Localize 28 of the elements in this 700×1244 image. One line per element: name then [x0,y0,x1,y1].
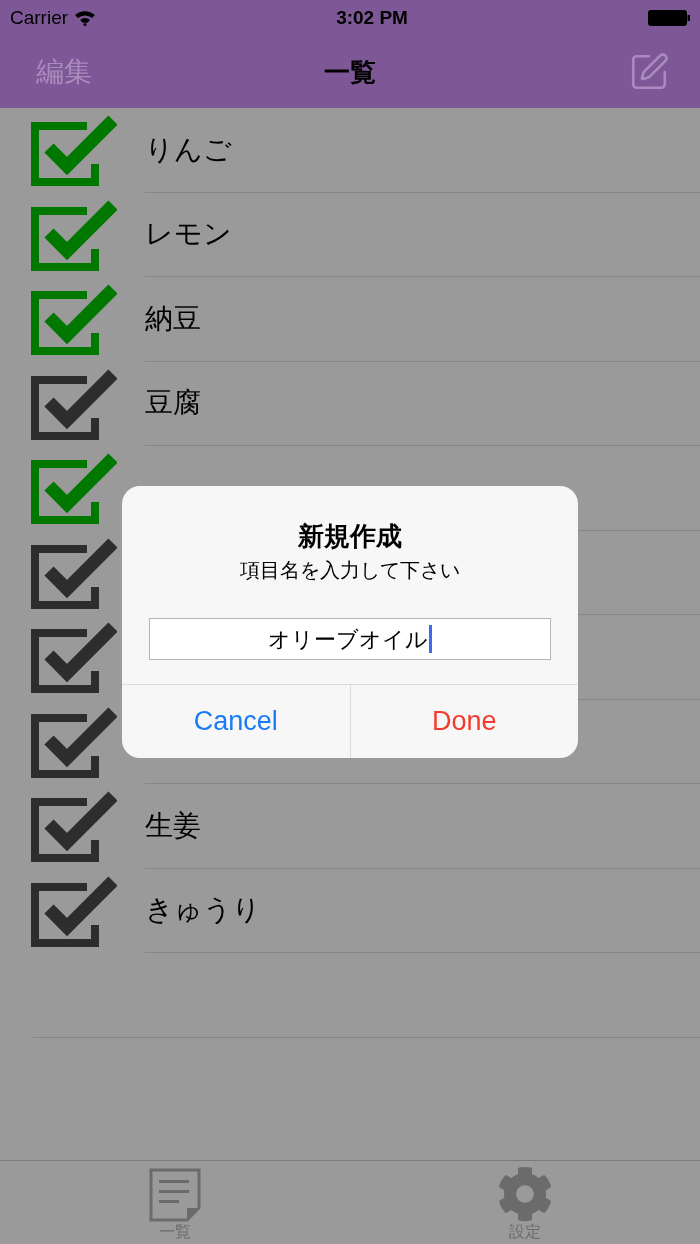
settings-icon [497,1166,553,1222]
checkbox-icon[interactable] [31,283,117,356]
checkbox-icon[interactable] [31,114,117,187]
item-label: 豆腐 [145,386,201,421]
checkbox-icon[interactable] [31,790,117,863]
checkbox-icon[interactable] [31,874,117,947]
item-label: 生姜 [145,808,201,843]
document-icon [149,1168,201,1222]
text-input[interactable]: オリーブオイル [149,618,551,660]
checkbox-icon[interactable] [31,621,117,694]
carrier-label: Carrier [10,5,69,30]
wifi-icon [74,10,97,26]
item-label: レモン [145,217,232,252]
dialog-message: 項目名を入力して下さい [240,558,460,583]
battery-icon [648,10,690,26]
status-time: 3:02 PM [336,5,408,30]
checkbox-icon[interactable] [31,367,117,440]
dialog-button[interactable]: Cancel [122,685,350,758]
checkbox-icon[interactable] [31,198,117,271]
item-label: きゅうり [145,893,261,928]
dialog-button[interactable]: Done [349,685,578,758]
item-label: 納豆 [145,301,201,336]
checkbox-icon[interactable] [31,536,117,609]
checkbox-icon[interactable] [31,452,117,525]
nav-title: 一覧 [324,55,376,89]
checkbox-icon[interactable] [31,705,117,778]
item-label: りんご [145,132,232,167]
dialog-title: 新規作成 [298,520,402,552]
